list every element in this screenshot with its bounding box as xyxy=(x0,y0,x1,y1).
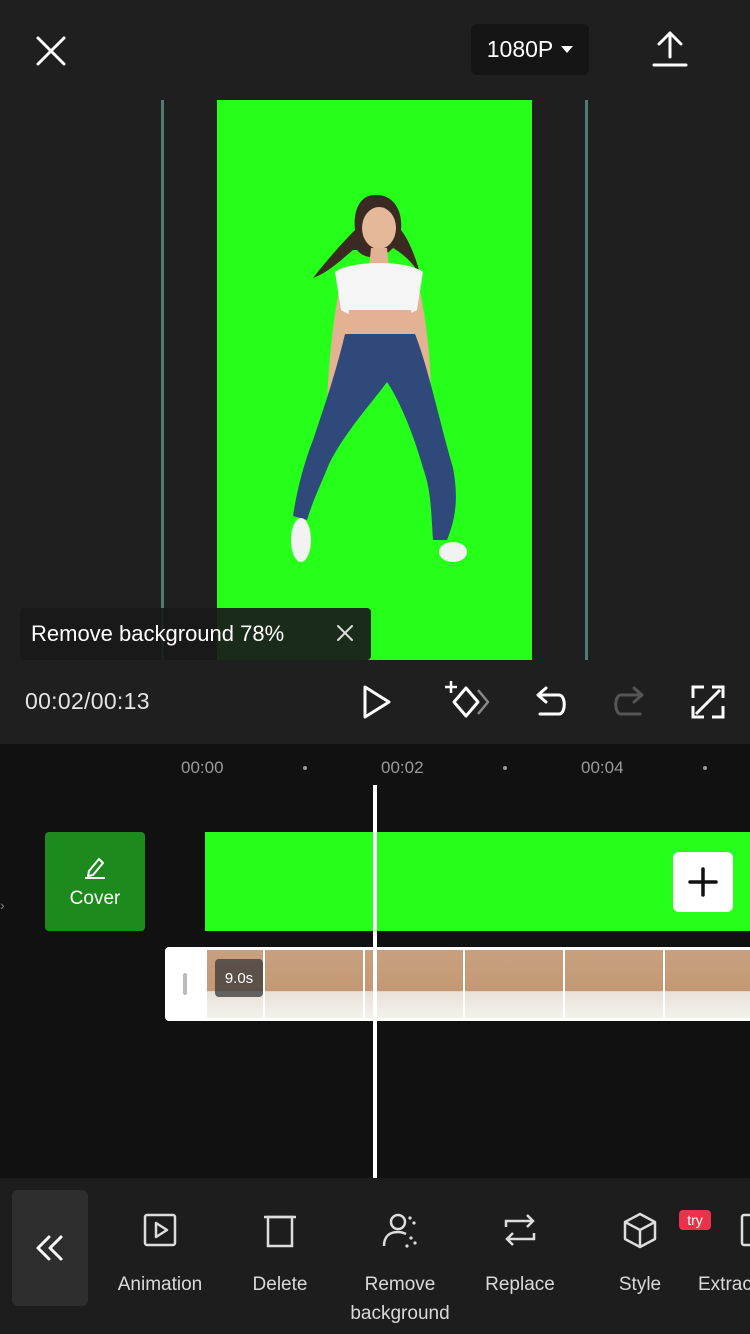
tool-label: Style xyxy=(618,1274,662,1295)
clip-thumbnail xyxy=(465,950,565,1018)
cover-button[interactable]: Cover xyxy=(45,832,145,931)
undo-button[interactable] xyxy=(526,678,574,726)
video-preview[interactable] xyxy=(217,100,532,660)
close-icon xyxy=(36,36,66,66)
add-keyframe-button[interactable] xyxy=(442,678,492,726)
extract-icon xyxy=(740,1213,750,1247)
track-side-marker: › xyxy=(0,897,5,913)
remove-background-progress-toast: Remove background 78% xyxy=(20,608,371,660)
play-button[interactable] xyxy=(352,678,400,726)
ruler-dot xyxy=(703,766,707,770)
play-icon xyxy=(363,685,391,719)
double-chevron-left-icon xyxy=(36,1235,63,1261)
caret-down-icon xyxy=(561,46,574,53)
clip-trim-handle[interactable] xyxy=(183,973,187,995)
clip-thumbnails xyxy=(207,950,750,1018)
tool-label: Extrac xyxy=(698,1274,750,1295)
safe-area-guide-right xyxy=(585,100,588,660)
tool-replace[interactable]: Replace xyxy=(460,1210,580,1299)
cube-icon xyxy=(623,1212,657,1249)
ruler-dot xyxy=(303,766,307,770)
playback-time: 00:02/00:13 xyxy=(25,688,150,714)
export-upload-icon xyxy=(652,31,688,67)
toast-close-button[interactable] xyxy=(333,621,357,645)
playhead[interactable] xyxy=(373,785,377,1178)
resolution-dropdown[interactable]: 1080P xyxy=(471,24,589,75)
dancer-figure xyxy=(291,194,467,562)
edit-pen-icon xyxy=(85,857,105,879)
clip-thumbnail xyxy=(265,950,365,1018)
clip-thumbnail xyxy=(665,950,750,1018)
undo-icon xyxy=(536,686,566,716)
tool-label: Delete xyxy=(252,1274,308,1295)
tool-label: Replace xyxy=(485,1274,555,1295)
tool-label: Remove background xyxy=(350,1274,450,1324)
tool-remove-background[interactable]: Remove background xyxy=(340,1210,460,1328)
plus-icon xyxy=(688,867,718,897)
animation-icon xyxy=(143,1213,177,1247)
export-button[interactable] xyxy=(648,26,692,72)
ruler-dot xyxy=(503,766,507,770)
ruler-label: 00:04 xyxy=(581,758,624,777)
clip-thumbnail xyxy=(365,950,465,1018)
green-screen-track[interactable] xyxy=(205,832,750,931)
ruler-label: 00:00 xyxy=(181,758,224,777)
bottom-toolbar: Animation Delete Remove background Repla… xyxy=(0,1178,750,1334)
cover-label: Cover xyxy=(69,887,121,909)
preview-area: 1080P Remove background 78% 00:02/00:13 xyxy=(0,0,750,744)
add-clip-button[interactable] xyxy=(673,852,733,912)
progress-text: Remove background 78% xyxy=(31,621,285,646)
person-cutout-icon xyxy=(382,1213,417,1248)
back-button[interactable] xyxy=(12,1190,88,1306)
redo-icon xyxy=(614,686,644,716)
replace-icon xyxy=(504,1214,536,1246)
close-icon xyxy=(337,625,353,641)
resolution-label: 1080P xyxy=(486,36,554,62)
clip-thumbnail xyxy=(565,950,665,1018)
tool-animation[interactable]: Animation xyxy=(100,1210,220,1299)
fullscreen-button[interactable] xyxy=(684,678,732,726)
fullscreen-icon xyxy=(691,685,725,719)
close-button[interactable] xyxy=(28,28,74,74)
trash-icon xyxy=(264,1215,296,1248)
clip-duration-badge: 9.0s xyxy=(215,959,263,997)
tool-delete[interactable]: Delete xyxy=(220,1210,340,1299)
safe-area-guide-left xyxy=(161,100,164,660)
tool-label: Animation xyxy=(117,1274,203,1295)
keyframe-add-icon xyxy=(445,681,490,718)
redo-button[interactable] xyxy=(606,678,654,726)
tool-extract[interactable]: Extrac xyxy=(690,1210,750,1299)
ruler-label: 00:02 xyxy=(381,758,424,777)
